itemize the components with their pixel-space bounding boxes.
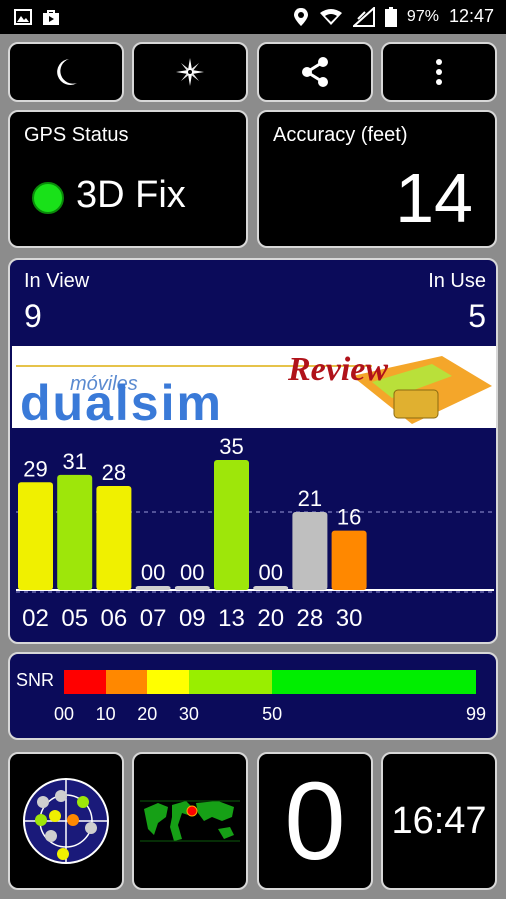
bar-value-label: 00	[180, 560, 204, 585]
snr-color-scale	[64, 670, 476, 694]
satellite-id-label: 02	[22, 605, 49, 632]
bar-value-label: 21	[298, 486, 322, 511]
satellite-id-label: 30	[336, 605, 363, 632]
fix-status-text: 3D Fix	[76, 174, 186, 216]
signal-bar	[253, 586, 289, 590]
satellite-id-label: 05	[61, 605, 88, 632]
image-icon	[14, 9, 32, 25]
bar-value-label: 35	[219, 434, 243, 459]
gps-status-card[interactable]: GPS Status 3D Fix	[8, 110, 248, 248]
satellite-id-label: 06	[101, 605, 128, 632]
map-view-button[interactable]	[132, 752, 248, 890]
in-view-count: 9	[24, 298, 42, 334]
satellite-id-label: 20	[257, 605, 284, 632]
satellite-id-label: 13	[218, 605, 245, 632]
clock-value: 16:47	[391, 799, 487, 842]
signal-bar	[135, 586, 171, 590]
snr-tick-label: 30	[178, 704, 199, 724]
banner-brand: dualsim	[20, 375, 223, 428]
share-button[interactable]	[257, 42, 373, 102]
status-clock: 12:47	[448, 6, 494, 26]
snr-segment	[64, 670, 106, 694]
moon-icon	[57, 59, 77, 85]
battery-icon	[384, 6, 397, 27]
bar-value-label: 31	[62, 449, 86, 474]
snr-segment	[105, 670, 148, 694]
satellite-id-label: 07	[140, 605, 167, 632]
sky-view-button[interactable]	[8, 752, 124, 890]
signal-bar	[96, 486, 132, 590]
signal-bar	[331, 530, 367, 590]
bar-value-label: 29	[23, 456, 47, 481]
snr-tick-label: 99	[465, 704, 487, 724]
signal-bar	[18, 482, 53, 590]
compass-star-icon	[176, 58, 204, 86]
snr-tick-label: 10	[95, 704, 116, 724]
counter-tile[interactable]: 0	[257, 752, 373, 890]
satellite-radar-icon	[23, 778, 109, 864]
status-bar: 97% 12:47	[0, 0, 506, 34]
bar-value-label: 00	[141, 560, 165, 585]
signal-bar	[214, 460, 249, 590]
in-view-label: In View	[24, 270, 90, 292]
snr-legend-panel: SNR 00 10 20 30 50 99	[8, 652, 498, 740]
signal-icon	[352, 6, 375, 27]
location-pin-icon	[293, 7, 308, 26]
more-options-button[interactable]	[381, 42, 497, 102]
snr-tick-label: 20	[137, 704, 158, 724]
accuracy-card[interactable]: Accuracy (feet) 14	[257, 110, 497, 248]
world-map-icon	[138, 795, 242, 847]
accuracy-value: 14	[395, 159, 473, 237]
signal-bar-chart: 29 02 31 05 28 06 00 07 00 09 35 13 00 20 21 28 16 30	[16, 434, 494, 632]
compass-button[interactable]	[132, 42, 248, 102]
satellite-id-label: 28	[297, 605, 324, 632]
in-use-label: In Use	[428, 270, 486, 292]
satellite-signal-panel[interactable]: In View 9 In Use 5 móviles dualsim Revie…	[8, 258, 498, 644]
snr-segment	[147, 670, 189, 694]
in-use-count: 5	[468, 298, 486, 334]
more-vert-icon	[436, 59, 442, 85]
fix-status-indicator	[32, 182, 64, 214]
wifi-icon	[319, 8, 342, 25]
bar-value-label: 16	[337, 505, 361, 530]
snr-tick-label: 00	[53, 704, 75, 724]
dualsim-review-banner: móviles dualsim Review	[12, 346, 496, 431]
bar-value-label: 28	[102, 460, 126, 485]
battery-percent: 97%	[406, 7, 439, 25]
satellite-id-label: 09	[179, 605, 206, 632]
signal-bar	[57, 474, 93, 590]
store-bag-icon	[43, 10, 59, 25]
snr-segment	[188, 670, 273, 694]
counter-value: 0	[284, 759, 346, 883]
snr-segment	[272, 670, 476, 694]
clock-tile[interactable]: 16:47	[381, 752, 497, 890]
banner-brand-accent: Review	[287, 351, 388, 388]
gps-status-title: GPS Status	[24, 124, 129, 146]
signal-bar	[174, 586, 210, 590]
snr-tick-label: 50	[262, 704, 283, 724]
accuracy-title: Accuracy (feet)	[273, 124, 408, 146]
bar-value-label: 00	[258, 560, 282, 585]
night-mode-button[interactable]	[8, 42, 124, 102]
snr-label: SNR	[16, 670, 55, 690]
share-icon	[302, 57, 328, 87]
signal-bar	[292, 512, 328, 590]
